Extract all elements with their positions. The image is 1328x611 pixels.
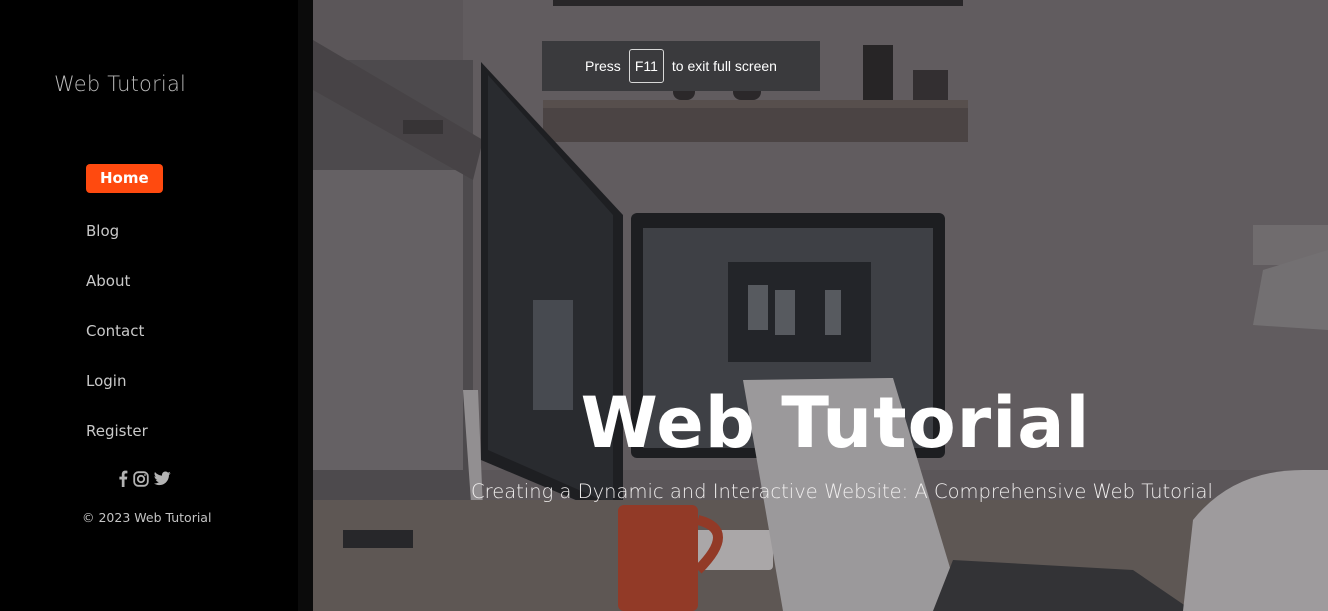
sidebar: Web Tutorial Home Blog About Contact Log… <box>0 0 298 611</box>
nav-item-blog[interactable]: Blog <box>86 222 119 240</box>
hero-title: Web Tutorial <box>580 382 1091 464</box>
copyright-text: © 2023 Web Tutorial <box>82 510 212 525</box>
hero-subtitle: Creating a Dynamic and Interactive Websi… <box>471 480 1213 503</box>
hero-section: Web Tutorial Creating a Dynamic and Inte… <box>313 0 1328 611</box>
nav-item-about[interactable]: About <box>86 272 130 290</box>
social-links <box>118 470 171 487</box>
nav-item-home[interactable]: Home <box>86 164 163 193</box>
twitter-icon[interactable] <box>154 471 171 486</box>
page: Web Tutorial Home Blog About Contact Log… <box>0 0 1328 611</box>
fullscreen-notice-prefix: Press <box>585 58 621 74</box>
f11-key-badge: F11 <box>628 49 664 83</box>
fullscreen-notice-suffix: to exit full screen <box>671 58 777 74</box>
brand-logo[interactable]: Web Tutorial <box>54 72 186 96</box>
nav-item-login[interactable]: Login <box>86 372 126 390</box>
sidebar-divider <box>298 0 313 611</box>
nav-item-contact[interactable]: Contact <box>86 322 144 340</box>
hero-background-image <box>313 0 1328 611</box>
facebook-icon[interactable] <box>118 470 128 487</box>
nav-item-register[interactable]: Register <box>86 422 148 440</box>
fullscreen-notice: Press F11 to exit full screen <box>542 41 820 91</box>
instagram-icon[interactable] <box>133 470 149 487</box>
